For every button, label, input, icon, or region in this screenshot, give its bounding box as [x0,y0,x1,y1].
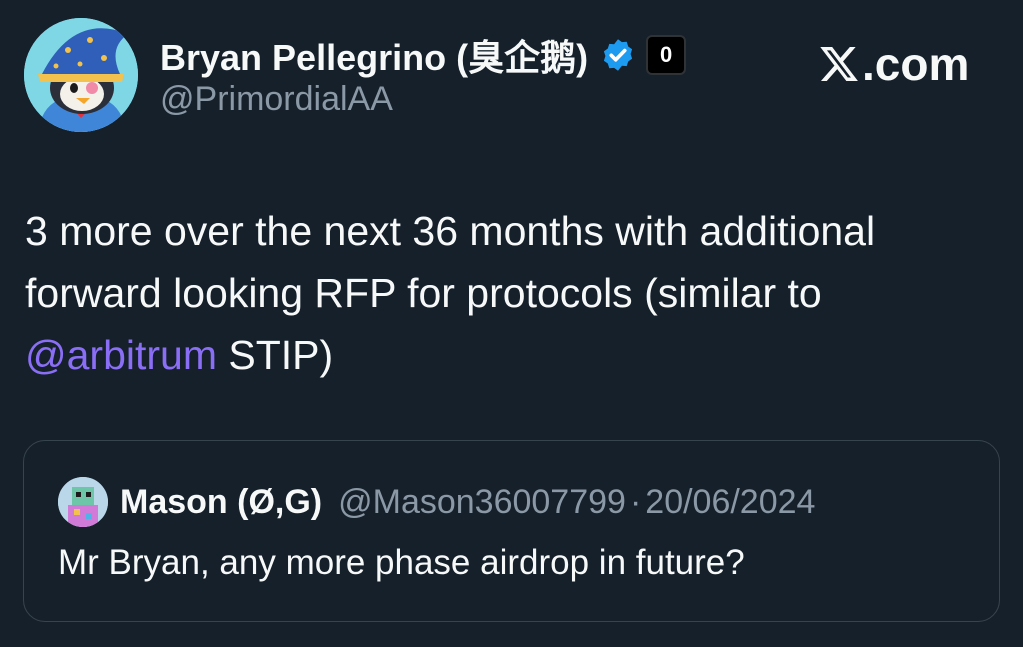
tweet-card: Bryan Pellegrino (臭企鹅) 0 @PrimordialAA .… [0,0,1023,647]
author-avatar[interactable] [24,18,138,132]
quoted-author-handle[interactable]: @Mason36007799 [338,483,626,522]
pixel-avatar-icon [58,477,108,527]
tweet-text-line-2: forward looking RFP for protocols (simil… [25,270,822,316]
author-handle[interactable]: @PrimordialAA [160,80,393,119]
tweet-text-tail: STIP) [217,332,334,378]
tweet-text-line-1: 3 more over the next 36 months with addi… [25,208,876,254]
author-name-row: Bryan Pellegrino (臭企鹅) 0 [160,29,687,81]
mention-link[interactable]: @arbitrum [25,332,217,378]
quoted-author-name[interactable]: Mason (Ø,G) [120,483,322,522]
author-name[interactable]: Bryan Pellegrino (臭企鹅) [160,29,588,81]
quoted-tweet-header: Mason (Ø,G) @Mason36007799 · 20/06/2024 [58,475,815,529]
tweet-text-line-3: @arbitrum STIP) [25,324,985,386]
penguin-wizard-avatar-icon [24,18,138,132]
quoted-tweet-card[interactable]: Mason (Ø,G) @Mason36007799 · 20/06/2024 … [23,440,1000,622]
separator-dot: · [629,482,642,521]
source-label: .com [862,38,970,90]
quoted-author-avatar[interactable] [58,477,108,527]
affiliate-badge[interactable]: 0 [646,35,687,75]
quoted-tweet-date[interactable]: 20/06/2024 [645,483,815,522]
verified-badge-icon [600,37,636,73]
source-logo: .com [818,38,969,90]
quoted-tweet-text: Mr Bryan, any more phase airdrop in futu… [58,543,745,582]
tweet-text: 3 more over the next 36 months with addi… [25,200,985,386]
x-logo-icon [818,43,860,85]
